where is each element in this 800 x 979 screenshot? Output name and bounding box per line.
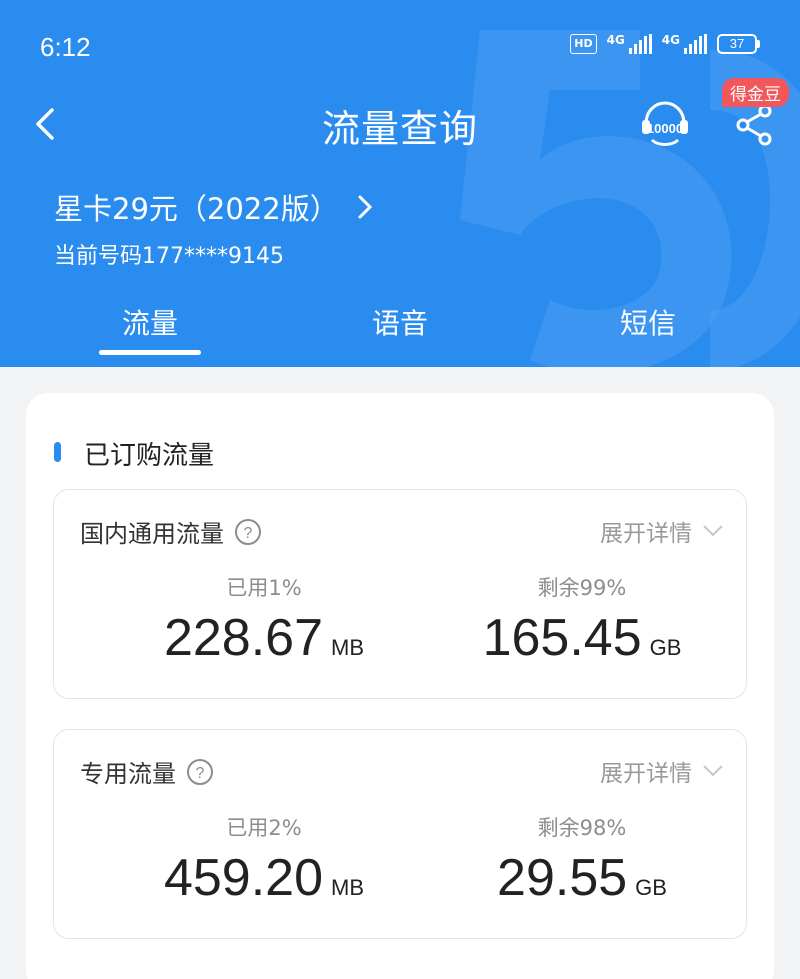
header: 6:12 HD 4G 4G 37 流量查询 10000 得金豆 星卡29元（20… — [0, 0, 800, 367]
chevron-right-icon — [358, 195, 372, 219]
section-title: 已订购流量 — [84, 441, 215, 471]
share-icon[interactable] — [732, 102, 778, 148]
tab-sms[interactable]: 短信 — [548, 302, 748, 342]
status-bar: 6:12 HD 4G 4G 37 — [40, 30, 760, 66]
nav-bar: 流量查询 10000 — [0, 92, 800, 156]
status-time: 6:12 — [40, 32, 91, 62]
svg-text:?: ? — [244, 525, 253, 542]
svg-text:10000: 10000 — [647, 121, 683, 136]
expand-details-button[interactable]: 展开详情 — [600, 514, 724, 548]
chevron-down-icon — [703, 765, 723, 777]
signal-icon: 4G — [662, 34, 707, 54]
remaining-stat: 剩余98% 29.55 GB — [497, 816, 667, 907]
remaining-stat: 剩余99% 165.45 GB — [482, 576, 682, 667]
tab-voice[interactable]: 语音 — [300, 302, 500, 342]
help-icon[interactable]: ? — [234, 518, 262, 546]
current-number: 当前号码177****9145 — [54, 244, 284, 269]
coin-badge[interactable]: 得金豆 — [722, 78, 789, 107]
plan-selector[interactable]: 星卡29元（2022版） — [54, 186, 375, 228]
data-box-name: 国内通用流量 ? — [80, 514, 262, 549]
used-stat: 已用1% 228.67 MB — [163, 576, 365, 667]
active-tab-indicator — [99, 350, 201, 355]
svg-text:?: ? — [196, 765, 205, 782]
data-box-domestic: 国内通用流量 ? 展开详情 已用1% 228.67 MB 剩余99% 165.45… — [53, 489, 747, 699]
data-box-dedicated: 专用流量 ? 展开详情 已用2% 459.20 MB 剩余98% 29.55 GB — [53, 729, 747, 939]
customer-service-icon[interactable]: 10000 — [638, 98, 692, 152]
signal-icon: 4G — [607, 34, 652, 54]
expand-details-button[interactable]: 展开详情 — [600, 754, 724, 788]
hd-voice-icon: HD — [570, 34, 597, 54]
battery-icon: 37 — [717, 34, 760, 54]
data-box-name: 专用流量 ? — [80, 754, 214, 789]
chevron-down-icon — [703, 525, 723, 537]
help-icon[interactable]: ? — [186, 758, 214, 786]
tab-bar: 流量 语音 短信 — [0, 302, 800, 362]
tab-data[interactable]: 流量 — [50, 302, 250, 342]
used-stat: 已用2% 459.20 MB — [163, 816, 365, 907]
plan-name: 星卡29元（2022版） — [54, 192, 339, 226]
